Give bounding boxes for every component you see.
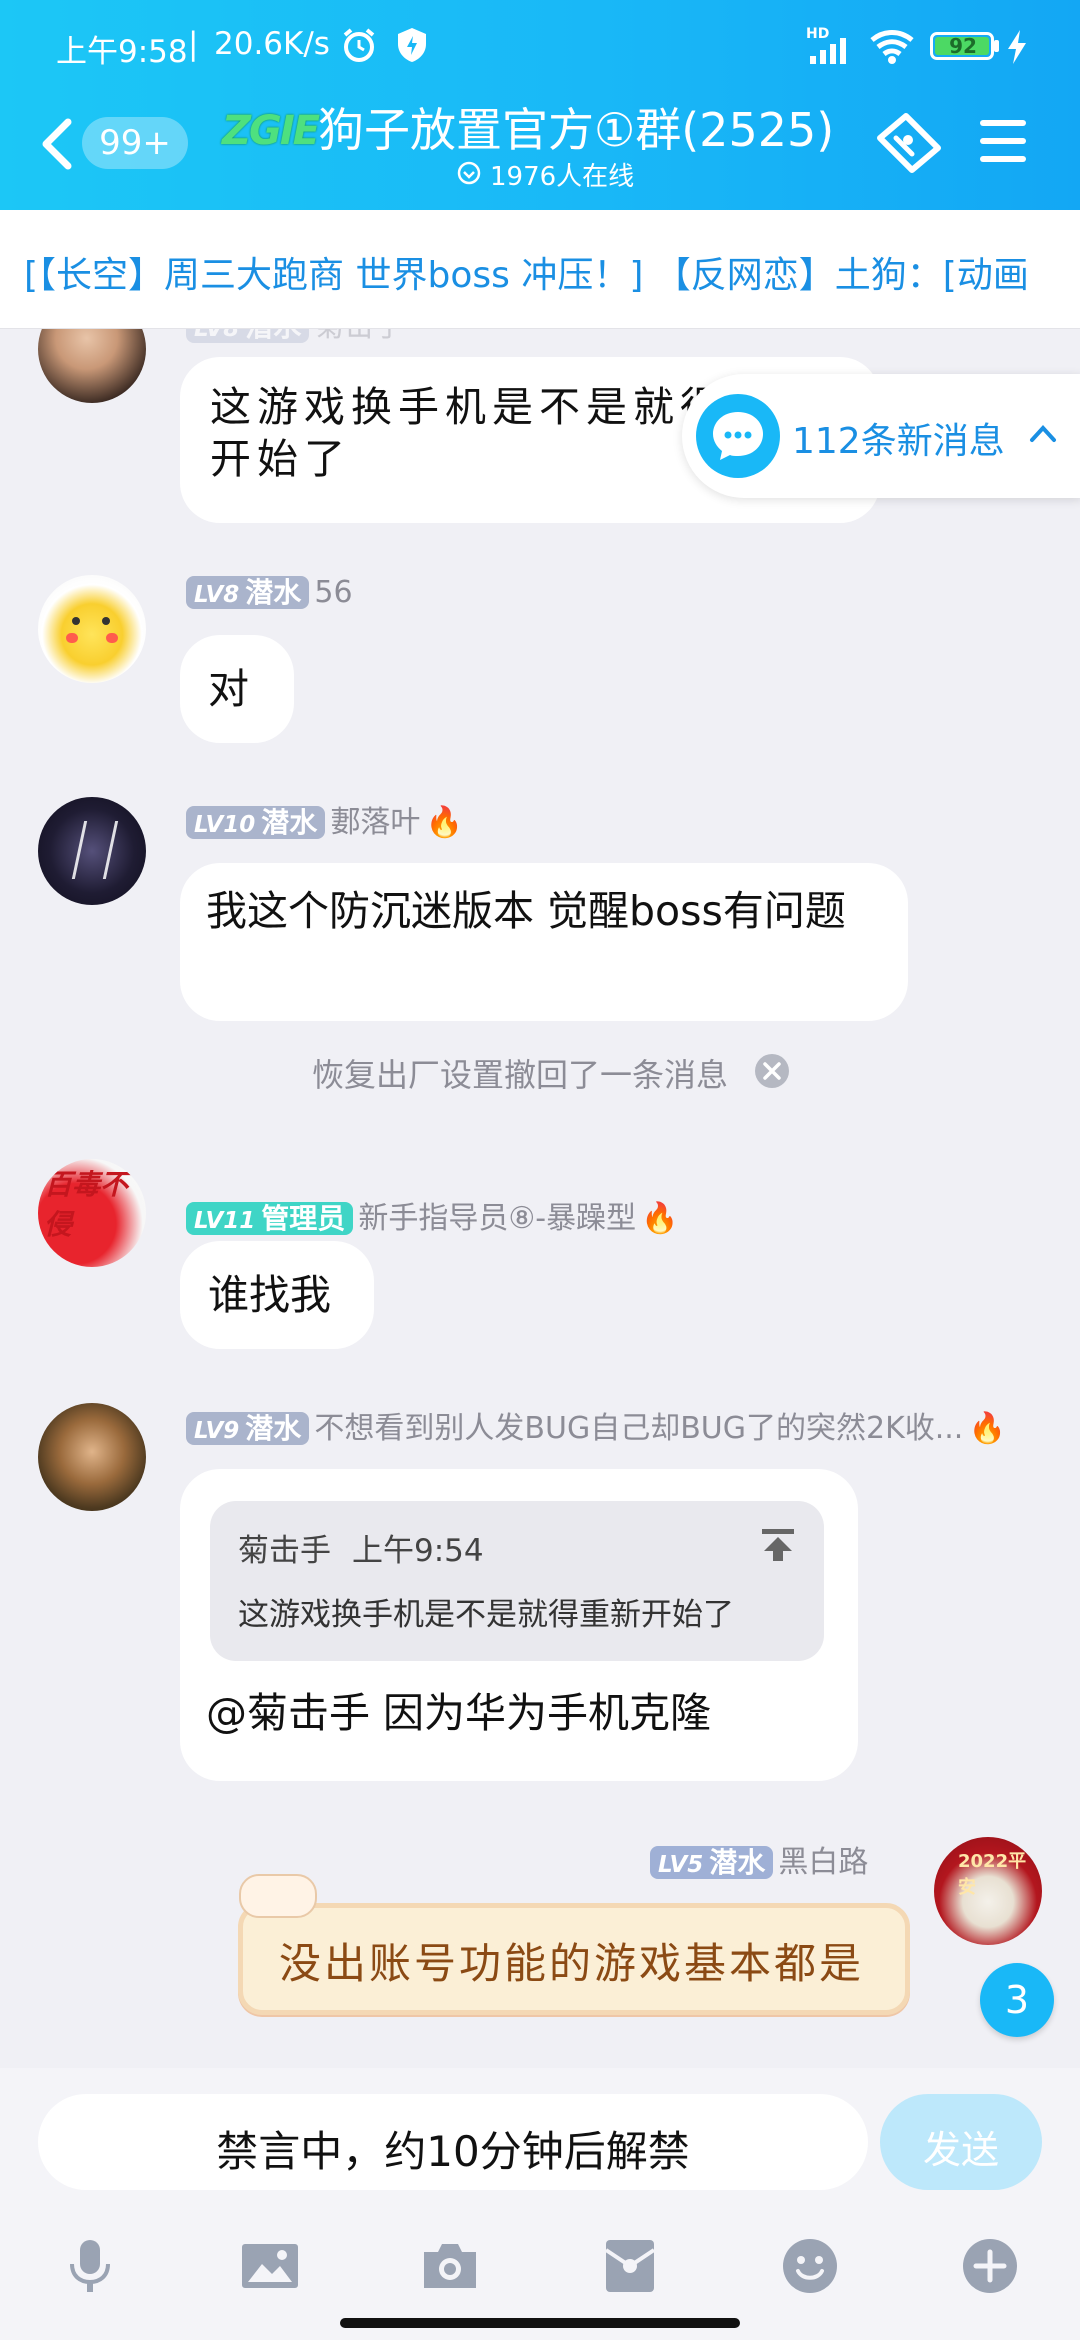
shield-icon	[398, 28, 426, 62]
message-header: LV5 潜水 黑白路	[650, 1837, 868, 1883]
quote-time: 上午9:54	[352, 1533, 484, 1569]
message-bubble[interactable]: 菊击手 上午9:54 这游戏换手机是不是就得重新开始了 @菊击手 因为华为手机克…	[180, 1469, 858, 1781]
chat-bubble-icon	[696, 394, 780, 478]
wifi-icon	[870, 30, 914, 64]
status-bar: 上午9:58 | 20.6K/s HD 92	[0, 0, 1080, 95]
message-bubble[interactable]: 谁找我	[180, 1241, 374, 1349]
avatar[interactable]	[38, 329, 146, 403]
quote-text: 这游戏换手机是不是就得重新开始了	[238, 1597, 734, 1633]
home-indicator[interactable]	[340, 2318, 740, 2328]
quote-author: 菊击手	[238, 1533, 331, 1569]
message-header: LV8 潜水 56	[186, 575, 353, 613]
mute-notice: 禁言中，约10分钟后解禁	[216, 2127, 690, 2176]
ticket-icon[interactable]	[876, 112, 942, 174]
recall-notice: 恢复出厂设置撤回了一条消息	[312, 1056, 729, 1094]
bubble-decoration	[239, 1874, 317, 1918]
level-badge: LV10 潜水	[186, 806, 326, 839]
message-text: 没出账号功能的游戏基本都是	[279, 1939, 865, 1988]
fire-icon: 🔥	[425, 805, 463, 840]
camera-icon[interactable]	[420, 2236, 480, 2296]
notice-text: [【长空】周三大跑商 世界boss 冲压！] 【反网恋】土狗：[动画	[24, 255, 1029, 296]
message-header: LV11 管理员 新手指导员⑧-暴躁型 🔥	[186, 1193, 679, 1239]
quoted-reply[interactable]: 菊击手 上午9:54 这游戏换手机是不是就得重新开始了	[210, 1501, 824, 1661]
send-label: 发送	[922, 2128, 999, 2172]
charging-icon	[1008, 30, 1026, 64]
input-panel: 禁言中，约10分钟后解禁 发送	[0, 2068, 1080, 2340]
avatar[interactable]: 百毒不侵	[38, 1159, 146, 1267]
send-button[interactable]: 发送	[880, 2094, 1042, 2190]
signal-icon	[810, 38, 846, 64]
group-title[interactable]: 狗子放置官方①群(2525)	[318, 94, 834, 160]
plus-icon[interactable]	[960, 2236, 1020, 2296]
battery-tip	[994, 40, 999, 52]
status-net-speed: 20.6K/s	[214, 26, 330, 62]
close-icon[interactable]	[754, 1053, 790, 1089]
menu-icon[interactable]	[978, 118, 1028, 164]
message-header: LV9 潜水 不想看到别人发BUG自己却BUG了的突然2K收... 🔥	[186, 1403, 1046, 1449]
avatar[interactable]: 2022平安	[934, 1837, 1042, 1945]
mention-count-badge[interactable]: 3	[980, 1963, 1054, 2037]
message-header: LV8潜水 菊击手	[186, 329, 404, 347]
sender-name: 56	[314, 575, 353, 610]
message-input[interactable]: 禁言中，约10分钟后解禁	[38, 2094, 868, 2190]
sender-name: 菊击手	[314, 329, 404, 344]
level-badge: LV8潜水	[186, 576, 310, 609]
image-icon[interactable]	[240, 2236, 300, 2296]
unread-badge[interactable]: 99+	[82, 117, 188, 169]
avatar[interactable]	[38, 797, 146, 905]
message-header: LV10 潜水 郪落叶 🔥	[186, 797, 463, 843]
chat-area[interactable]: LV8潜水 菊击手 这游戏换手机是不是就得重新开始了 LV8潜水 56 对 LV…	[0, 329, 1080, 2068]
sticker-bubble[interactable]: 没出账号功能的游戏基本都是	[238, 1874, 910, 2015]
avatar-art: 百毒不侵	[44, 1168, 129, 1241]
level-badge: LV5 潜水	[650, 1846, 774, 1879]
emoji-icon[interactable]	[780, 2236, 840, 2296]
fire-icon: 🔥	[641, 1201, 679, 1236]
status-separator: |	[188, 26, 199, 62]
sender-name: 不想看到别人发BUG自己却BUG了的突然2K收...	[314, 1411, 964, 1446]
group-notice-bar[interactable]: [【长空】周三大跑商 世界boss 冲压！] 【反网恋】土狗：[动画	[0, 210, 1080, 329]
microphone-icon[interactable]	[60, 2236, 120, 2296]
level-badge: LV9 潜水	[186, 1412, 310, 1445]
battery-icon: 92	[930, 32, 994, 60]
battery-level: 92	[949, 34, 977, 58]
fire-icon: 🔥	[968, 1411, 1006, 1446]
avatar-art: 2022平安	[958, 1851, 1027, 1898]
new-messages-pill[interactable]: 112条新消息	[682, 374, 1080, 498]
alarm-icon	[343, 28, 375, 62]
back-arrow-icon[interactable]	[38, 118, 74, 170]
message-bubble[interactable]: 我这个防沉迷版本 觉醒boss有问题	[180, 863, 908, 1021]
message-text: @菊击手 因为华为手机克隆	[206, 1689, 712, 1737]
online-icon	[457, 161, 481, 185]
sender-name: 郪落叶	[330, 805, 421, 840]
avatar[interactable]	[38, 1403, 146, 1511]
sender-name: 黑白路	[778, 1845, 869, 1880]
chevron-up-icon	[1030, 425, 1056, 442]
level-badge: LV8潜水	[186, 329, 310, 343]
online-count: 1976人在线	[490, 162, 635, 192]
sender-name: 新手指导员⑧-暴躁型	[358, 1201, 637, 1236]
admin-badge: LV11 管理员	[186, 1202, 354, 1235]
status-time: 上午9:58	[56, 34, 188, 70]
red-packet-icon[interactable]	[600, 2236, 660, 2296]
jump-to-message-icon[interactable]	[758, 1525, 798, 1565]
group-logo: ZGIE	[222, 108, 320, 154]
new-messages-label: 112条新消息	[792, 421, 1005, 462]
chat-header: 上午9:58 | 20.6K/s HD 92 99+ ZGIE 狗子放置官方①群…	[0, 0, 1080, 210]
avatar[interactable]	[38, 575, 146, 683]
message-bubble[interactable]: 对	[180, 635, 294, 743]
